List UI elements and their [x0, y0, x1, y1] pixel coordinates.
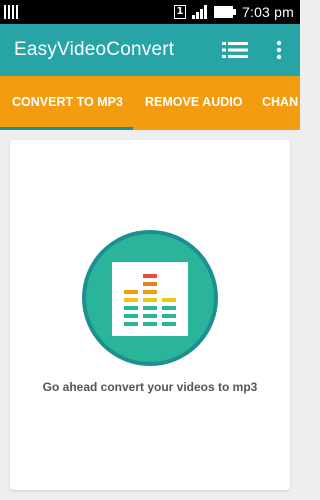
tab-convert-to-mp3[interactable]: CONVERT TO MP3 — [12, 76, 123, 130]
battery-icon — [214, 6, 236, 18]
selected-tab-indicator — [0, 127, 133, 130]
tab-change[interactable]: CHAN — [262, 76, 298, 130]
app-bar: EasyVideoConvert — [0, 24, 300, 76]
tab-bar: CONVERT TO MP3 REMOVE AUDIO CHAN — [0, 76, 300, 130]
app-title: EasyVideoConvert — [14, 39, 175, 60]
tab-remove-audio[interactable]: REMOVE AUDIO — [145, 76, 242, 130]
status-time: 7:03 pm — [242, 4, 294, 20]
sim-slot-icon: 1 — [174, 5, 186, 19]
list-icon[interactable] — [222, 40, 248, 60]
status-bar: 1 7:03 pm — [0, 0, 300, 24]
more-vert-icon[interactable] — [272, 38, 286, 62]
audio-equalizer-icon — [82, 230, 218, 366]
notification-bars-icon — [4, 5, 18, 19]
empty-state-caption: Go ahead convert your videos to mp3 — [42, 380, 258, 394]
main-card: Go ahead convert your videos to mp3 — [10, 140, 290, 490]
signal-strength-icon — [192, 5, 207, 19]
